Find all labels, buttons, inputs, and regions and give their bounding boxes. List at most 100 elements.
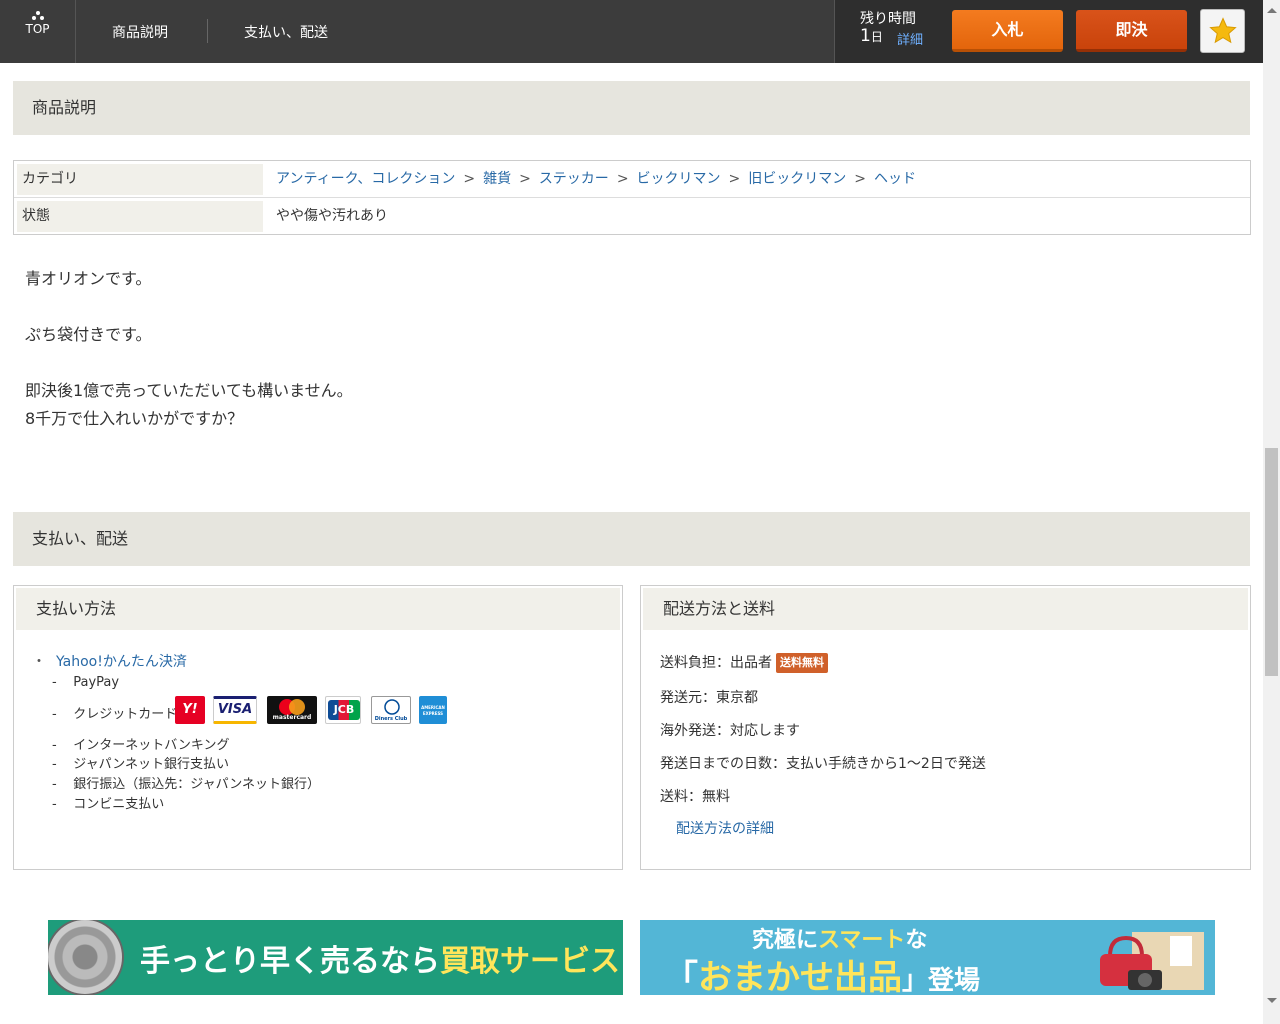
nav-payment-link[interactable]: 支払い、配送 <box>244 22 328 42</box>
time-detail-link[interactable]: 詳細 <box>897 29 923 48</box>
payment-box: 支払い方法 Yahoo!かんたん決済 - PayPay - クレジットカード Y… <box>13 585 623 870</box>
description-section-title: 商品説明 <box>13 81 1250 135</box>
category-link-3[interactable]: ステッカー <box>539 171 609 187</box>
shipping-detail-link[interactable]: 配送方法の詳細 <box>676 818 774 838</box>
mastercard-icon: mastercard <box>267 696 317 724</box>
diners-text: Diners Club <box>374 716 408 722</box>
robot-vacuum-icon <box>48 920 124 995</box>
paypay-label: PayPay <box>73 675 120 690</box>
scroll-up-icon[interactable] <box>1267 8 1277 13</box>
list-dash: - <box>52 738 57 753</box>
transfer-label: 銀行振込（振込先：ジャパンネット銀行） <box>73 777 320 792</box>
payment-section-title: 支払い、配送 <box>13 512 1250 566</box>
description-line: 青オリオンです。 <box>25 269 152 288</box>
list-dash: - <box>52 777 57 792</box>
payment-credit: - クレジットカード <box>52 703 177 722</box>
list-dash: - <box>52 707 57 722</box>
item-description: 青オリオンです。 ぷち袋付きです。 即決後1億で売っていただいても構いません。 … <box>25 265 353 433</box>
condition-row: 状態 やや傷や汚れあり <box>14 198 1250 234</box>
omakase-banner[interactable]: 究極にスマートな 「おまかせ出品」登場 <box>640 920 1215 995</box>
buyback-banner[interactable]: 手っとり早く売るなら買取サービス <box>48 920 623 995</box>
omakase-main-b: おまかせ出品 <box>698 958 902 995</box>
scroll-thumb[interactable] <box>1265 448 1278 676</box>
action-panel: 残り時間 1日 詳細 入札 即決 <box>834 0 1263 63</box>
amex-card-icon: AMERICAN EXPRESS <box>419 696 447 724</box>
omakase-main-c: 」登場 <box>902 966 981 995</box>
omakase-banner-main: 「おまかせ出品」登場 <box>664 950 980 995</box>
category-link-4[interactable]: ビックリマン <box>637 171 721 187</box>
shipping-days: 発送日までの日数：支払い手続きから1～2日で発送 <box>660 756 986 772</box>
top-button[interactable]: TOP <box>0 0 76 63</box>
payment-box-title: 支払い方法 <box>16 588 620 630</box>
condition-value: やや傷や汚れあり <box>276 208 388 224</box>
remaining-time-value: 1日 <box>860 26 883 46</box>
condition-label: 状態 <box>17 201 263 232</box>
category-row: カテゴリ アンティーク、コレクション > 雑貨 > ステッカー > ビックリマン > 旧ビックリ… <box>14 161 1250 198</box>
diners-circle-icon <box>384 699 400 715</box>
shipping-burden: 送料負担：出品者 送料無料 <box>660 652 828 673</box>
category-label: カテゴリ <box>17 164 263 195</box>
star-icon <box>1209 17 1237 44</box>
shipping-burden-text: 送料負担：出品者 <box>660 655 772 671</box>
products-illustration-icon <box>1100 932 1204 990</box>
remaining-days: 1 <box>860 26 871 46</box>
netbank-label: インターネットバンキング <box>73 738 230 753</box>
description-line: 即決後1億で売っていただいても構いません。 <box>25 381 353 400</box>
item-info-table: カテゴリ アンティーク、コレクション > 雑貨 > ステッカー > ビックリマン > 旧ビックリ… <box>13 160 1251 235</box>
remaining-time-label: 残り時間 <box>860 11 916 27</box>
credit-label: クレジットカード <box>73 707 178 722</box>
jcb-card-icon: JCB <box>325 696 361 724</box>
list-dash: - <box>52 797 57 812</box>
bid-button[interactable]: 入札 <box>952 10 1063 52</box>
category-breadcrumb: アンティーク、コレクション > 雑貨 > ステッカー > ビックリマン > 旧ビックリマン > ヘッ… <box>276 161 916 197</box>
mastercard-text: mastercard <box>272 714 312 721</box>
scroll-down-icon[interactable] <box>1267 998 1277 1003</box>
payment-paypay: - PayPay <box>52 675 119 690</box>
nav-description-link[interactable]: 商品説明 <box>112 22 168 42</box>
payment-japannet: - ジャパンネット銀行支払い <box>52 753 229 772</box>
list-dash: - <box>52 675 57 690</box>
description-line: 8千万で仕入れいかがですか？ <box>25 409 244 428</box>
description-line: ぷち袋付きです。 <box>25 325 152 344</box>
yahoo-easy-payment-link[interactable]: Yahoo!かんたん決済 <box>36 654 187 670</box>
crumb-separator: > <box>616 171 629 187</box>
remaining-unit: 日 <box>870 30 883 44</box>
description-blank <box>25 349 353 377</box>
shipping-overseas: 海外発送：対応します <box>660 723 800 739</box>
buyback-text-a: 手っとり早く売るなら <box>140 944 440 979</box>
visa-card-icon: VISA <box>213 696 257 724</box>
buyback-banner-text: 手っとり早く売るなら買取サービス <box>140 936 620 980</box>
top-logo-icon <box>32 11 44 20</box>
payment-methods-list: Yahoo!かんたん決済 <box>36 651 187 671</box>
page-scrollbar[interactable] <box>1263 0 1280 1024</box>
buy-now-button[interactable]: 即決 <box>1076 10 1187 52</box>
jcb-text: JCB <box>328 700 360 720</box>
buyback-text-b: 買取サービス <box>440 944 620 979</box>
payment-transfer: - 銀行振込（振込先：ジャパンネット銀行） <box>52 773 320 792</box>
category-link-6[interactable]: ヘッド <box>874 171 916 187</box>
shipping-origin: 発送元：東京都 <box>660 690 758 706</box>
category-link-5[interactable]: 旧ビックリマン <box>748 171 846 187</box>
payment-convenience: - コンビニ支払い <box>52 793 164 812</box>
shipping-fee: 送料：無料 <box>660 789 730 805</box>
watch-button[interactable] <box>1200 9 1245 53</box>
crumb-separator: > <box>854 171 867 187</box>
diners-card-icon: Diners Club <box>371 696 411 724</box>
category-link-1[interactable]: アンティーク、コレクション <box>276 171 455 187</box>
category-link-2[interactable]: 雑貨 <box>483 171 511 187</box>
convenience-label: コンビニ支払い <box>73 797 165 812</box>
list-dash: - <box>52 757 57 772</box>
crumb-separator: > <box>519 171 531 187</box>
omakase-main-a: 「 <box>664 958 698 995</box>
shipping-box-title: 配送方法と送料 <box>643 588 1248 630</box>
crumb-separator: > <box>728 171 741 187</box>
payment-netbank: - インターネットバンキング <box>52 734 230 753</box>
top-label: TOP <box>25 22 50 36</box>
free-shipping-badge: 送料無料 <box>776 653 828 673</box>
top-bar: TOP 商品説明 支払い、配送 残り時間 1日 詳細 入札 即決 <box>0 0 1263 63</box>
description-blank <box>25 293 353 321</box>
japannet-label: ジャパンネット銀行支払い <box>73 757 229 772</box>
nav-divider <box>207 19 208 43</box>
shipping-box: 配送方法と送料 送料負担：出品者 送料無料 発送元：東京都 海外発送：対応します … <box>640 585 1251 870</box>
crumb-separator: > <box>463 171 476 187</box>
